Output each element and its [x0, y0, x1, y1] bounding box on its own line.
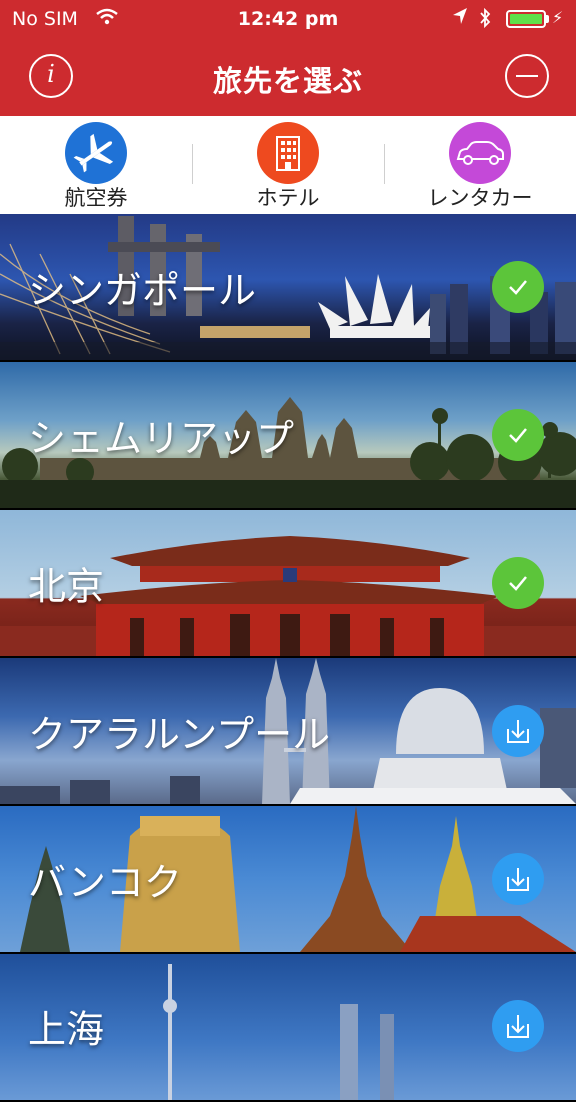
minus-circle-icon [516, 75, 538, 77]
download-icon [507, 868, 529, 891]
building-icon [257, 122, 319, 184]
category-tabs: 航空券 ホテル レンタカー [0, 116, 576, 214]
city-name: シンガポール [28, 268, 257, 313]
city-name: バンコク [28, 860, 182, 905]
status-bar: No SIM 12:42 pm ⚡ [0, 0, 576, 40]
tab-hotels-label: ホテル [256, 186, 320, 210]
city-name: クアラルンプール [28, 712, 331, 757]
download-icon [507, 720, 529, 743]
page-title: 旅先を選ぶ [212, 64, 363, 98]
check-icon [509, 280, 527, 295]
city-row-siem-reap[interactable]: シェムリアップ [0, 362, 576, 508]
city-name: シェムリアップ [28, 416, 295, 461]
location-arrow-icon [452, 7, 468, 30]
top-bar: No SIM 12:42 pm ⚡ i 旅先を選ぶ [0, 0, 576, 116]
airplane-icon [65, 122, 127, 184]
remove-button[interactable] [505, 54, 549, 98]
city-row-singapore[interactable]: シンガポール [0, 214, 576, 360]
tab-flights-label: 航空券 [64, 186, 128, 210]
tab-flights[interactable]: 航空券 [0, 116, 192, 214]
battery-tip [546, 15, 549, 23]
download-button[interactable] [492, 705, 544, 757]
download-button[interactable] [492, 1000, 544, 1052]
check-icon [509, 576, 527, 591]
check-icon [509, 428, 527, 443]
downloaded-button[interactable] [492, 409, 544, 461]
battery-icon [506, 10, 546, 28]
download-button[interactable] [492, 853, 544, 905]
charging-bolt-icon: ⚡ [552, 8, 564, 27]
tab-hotels[interactable]: ホテル [192, 116, 384, 214]
city-row-beijing[interactable]: 北京 [0, 510, 576, 656]
car-icon [449, 122, 511, 184]
downloaded-button[interactable] [492, 557, 544, 609]
download-icon [507, 1015, 529, 1038]
bluetooth-icon [478, 6, 492, 35]
city-row-bangkok[interactable]: バンコク [0, 806, 576, 952]
city-list: シンガポール シェムリアップ 北京 クアラルンプール バンコク 上海 [0, 214, 576, 1102]
tab-rental-cars[interactable]: レンタカー [384, 116, 576, 214]
city-row-shanghai[interactable]: 上海 [0, 954, 576, 1100]
city-name: 上海 [28, 1007, 105, 1052]
tab-rental-cars-label: レンタカー [427, 186, 533, 210]
city-name: 北京 [28, 564, 105, 609]
downloaded-button[interactable] [492, 261, 544, 313]
city-row-kuala-lumpur[interactable]: クアラルンプール [0, 658, 576, 804]
